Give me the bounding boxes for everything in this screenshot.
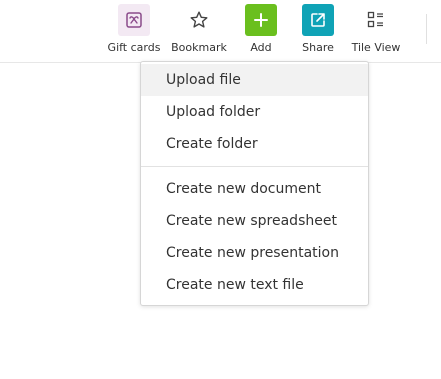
tile-view-icon — [360, 4, 392, 36]
tile-view-label: Tile View — [351, 41, 401, 54]
add-dropdown-menu: Upload file Upload folder Create folder … — [140, 61, 369, 306]
page: Gift cards Bookmark Add Share Tile View … — [0, 0, 441, 379]
create-menu-group: Create new document Create new spreadshe… — [141, 173, 368, 301]
menu-item-upload-file[interactable]: Upload file — [141, 64, 368, 96]
star-icon — [183, 4, 215, 36]
upload-menu-group: Upload file Upload folder Create folder — [141, 62, 368, 160]
toolbar-separator — [426, 14, 427, 44]
menu-item-create-folder[interactable]: Create folder — [141, 128, 368, 160]
bookmark-label: Bookmark — [171, 41, 227, 54]
menu-item-create-spreadsheet[interactable]: Create new spreadsheet — [141, 205, 368, 237]
plus-icon — [245, 4, 277, 36]
share-button[interactable]: Share — [288, 4, 348, 54]
menu-item-create-text-file[interactable]: Create new text file — [141, 269, 368, 301]
tile-view-button[interactable]: Tile View — [346, 4, 406, 54]
gift-card-icon — [118, 4, 150, 36]
gift-cards-button[interactable]: Gift cards — [104, 4, 164, 54]
menu-item-create-document[interactable]: Create new document — [141, 173, 368, 205]
add-label: Add — [250, 41, 272, 54]
menu-item-upload-folder[interactable]: Upload folder — [141, 96, 368, 128]
toolbar: Gift cards Bookmark Add Share Tile View — [0, 0, 441, 63]
menu-item-create-presentation[interactable]: Create new presentation — [141, 237, 368, 269]
share-icon — [302, 4, 334, 36]
share-label: Share — [302, 41, 334, 54]
gift-cards-label: Gift cards — [107, 41, 161, 54]
bookmark-button[interactable]: Bookmark — [169, 4, 229, 54]
add-button[interactable]: Add — [231, 4, 291, 54]
menu-divider — [141, 166, 368, 167]
